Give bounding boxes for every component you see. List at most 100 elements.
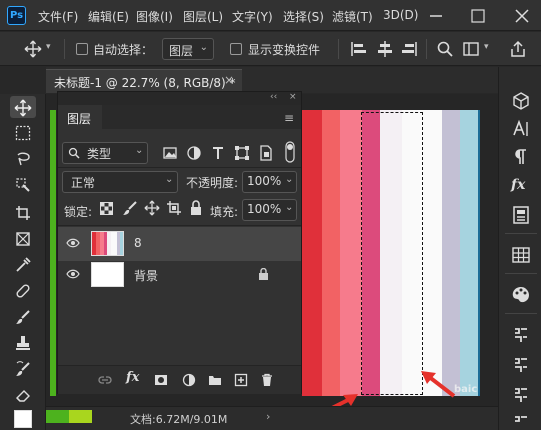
chevron-down-icon: ⌄ xyxy=(135,145,144,156)
separator xyxy=(505,233,537,234)
tool-preset-arrow-icon[interactable]: ▾ xyxy=(46,42,51,52)
eyedropper-tool-icon[interactable] xyxy=(12,254,34,276)
move-tool-icon[interactable] xyxy=(10,96,36,118)
auto-select-checkbox[interactable] xyxy=(76,43,88,55)
properties-icon[interactable] xyxy=(511,205,531,225)
quick-select-tool-icon[interactable] xyxy=(12,174,34,196)
filter-shape-icon[interactable] xyxy=(234,145,250,161)
crop-tool-icon[interactable] xyxy=(12,202,34,224)
canvas-stripe xyxy=(322,110,340,396)
panel-close-icon[interactable]: × xyxy=(289,92,297,102)
separator xyxy=(505,313,537,314)
fill-input[interactable]: 100% ⌄ xyxy=(242,199,297,221)
options-bar: ▾ 自动选择： 图层 ⌄ 显示变换控件 ▾ xyxy=(0,32,541,66)
filter-smart-object-icon[interactable] xyxy=(258,145,274,161)
separator xyxy=(58,225,301,226)
filter-type-icon[interactable] xyxy=(210,145,226,161)
link-layers-icon[interactable] xyxy=(98,373,112,387)
menu-3d[interactable]: 3D(D) xyxy=(383,8,418,22)
tab-close-icon[interactable]: × xyxy=(224,73,234,87)
lock-position-icon[interactable] xyxy=(144,200,160,216)
separator xyxy=(338,39,339,59)
layer-name: 8 xyxy=(134,236,142,250)
add-mask-icon[interactable] xyxy=(154,373,168,387)
menu-layer[interactable]: 图层(L) xyxy=(183,8,223,25)
workspace-icon[interactable] xyxy=(462,40,480,58)
show-transform-checkbox[interactable] xyxy=(230,43,242,55)
opacity-input[interactable]: 100% ⌄ xyxy=(242,171,297,193)
adjustment-icon[interactable] xyxy=(511,385,531,405)
move-icon[interactable] xyxy=(24,40,42,58)
history-brush-tool-icon[interactable] xyxy=(12,358,34,380)
layer-row-8[interactable]: 8 xyxy=(58,227,301,261)
fx-icon[interactable]: fx xyxy=(126,370,140,385)
restore-icon[interactable] xyxy=(471,9,485,23)
foreground-color-swatch[interactable] xyxy=(46,410,69,423)
lock-all-icon[interactable] xyxy=(188,200,204,216)
separator xyxy=(58,167,301,168)
menu-select[interactable]: 选择(S) xyxy=(283,8,324,25)
adjustment-icon[interactable] xyxy=(511,413,531,430)
background-color-swatch[interactable] xyxy=(69,410,92,423)
status-menu-chevron-icon[interactable]: › xyxy=(266,410,270,423)
brush-tool-icon[interactable] xyxy=(12,306,34,328)
visibility-eye-icon[interactable] xyxy=(66,269,80,279)
new-group-icon[interactable] xyxy=(208,373,222,387)
tab-layers-label: 图层 xyxy=(67,112,92,126)
filter-adjustment-icon[interactable] xyxy=(186,145,202,161)
menu-file[interactable]: 文件(F) xyxy=(38,8,78,25)
lock-transparent-pixels-icon[interactable] xyxy=(100,202,113,215)
lock-artboard-icon[interactable] xyxy=(166,200,182,216)
chevron-down-icon: ⌄ xyxy=(165,174,174,185)
new-adjustment-layer-icon[interactable] xyxy=(182,373,196,387)
document-tab[interactable]: 未标题-1 @ 22.7% (8, RGB/8) * × xyxy=(46,69,242,93)
document-size-status: 文档:6.72M/9.01M xyxy=(130,413,228,426)
align-center-icon[interactable] xyxy=(376,40,394,58)
default-colors-icon[interactable] xyxy=(14,410,32,428)
color-swatches[interactable] xyxy=(46,410,92,423)
eraser-tool-icon[interactable] xyxy=(12,384,34,406)
filter-pixel-icon[interactable] xyxy=(162,145,178,161)
healing-brush-tool-icon[interactable] xyxy=(12,280,34,302)
panel-menu-icon[interactable]: ≡ xyxy=(284,111,294,125)
minimize-icon[interactable] xyxy=(429,9,443,23)
fx-icon[interactable]: fx xyxy=(511,177,531,197)
tools-toolbar xyxy=(0,94,46,430)
tab-layers[interactable]: 图层 xyxy=(58,105,102,129)
filter-type-value: 类型 xyxy=(87,147,112,161)
share-icon[interactable] xyxy=(509,40,527,58)
menu-edit[interactable]: 编辑(E) xyxy=(88,8,129,25)
align-right-icon[interactable] xyxy=(400,40,418,58)
swatches-icon[interactable] xyxy=(511,245,531,265)
layer-row-background[interactable]: 背景 xyxy=(58,258,301,292)
lasso-tool-icon[interactable] xyxy=(12,148,34,170)
color-palette-icon[interactable] xyxy=(511,285,531,305)
3d-icon[interactable] xyxy=(511,91,531,111)
stamp-tool-icon[interactable] xyxy=(12,332,34,354)
window-controls xyxy=(421,0,541,31)
layer-filter-dropdown[interactable]: 类型 ⌄ xyxy=(62,142,148,164)
frame-tool-icon[interactable] xyxy=(12,228,34,250)
character-icon[interactable] xyxy=(511,119,531,139)
menu-filter[interactable]: 滤镜(T) xyxy=(332,8,373,25)
paragraph-icon[interactable] xyxy=(511,147,531,167)
search-icon[interactable] xyxy=(436,40,454,58)
menu-image[interactable]: 图像(I) xyxy=(136,8,173,25)
workspace-arrow-icon[interactable]: ▾ xyxy=(484,42,489,52)
separator xyxy=(505,273,537,274)
collapse-panel-icon[interactable]: ‹‹ xyxy=(270,92,277,102)
close-icon[interactable] xyxy=(515,9,529,23)
visibility-eye-icon[interactable] xyxy=(66,238,80,248)
adjustment-icon[interactable] xyxy=(511,355,531,375)
align-left-icon[interactable] xyxy=(350,40,368,58)
blend-mode-dropdown[interactable]: 正常 ⌄ xyxy=(62,171,178,193)
filter-toggle-icon[interactable] xyxy=(284,141,296,163)
menu-type[interactable]: 文字(Y) xyxy=(232,8,273,25)
marquee-tool-icon[interactable] xyxy=(12,122,34,144)
auto-select-target-dropdown[interactable]: 图层 ⌄ xyxy=(162,38,214,60)
new-layer-icon[interactable] xyxy=(234,373,248,387)
lock-image-pixels-icon[interactable] xyxy=(122,200,138,216)
layer-thumbnail xyxy=(91,262,124,287)
adjustment-icon[interactable] xyxy=(511,325,531,345)
delete-layer-icon[interactable] xyxy=(260,373,274,387)
